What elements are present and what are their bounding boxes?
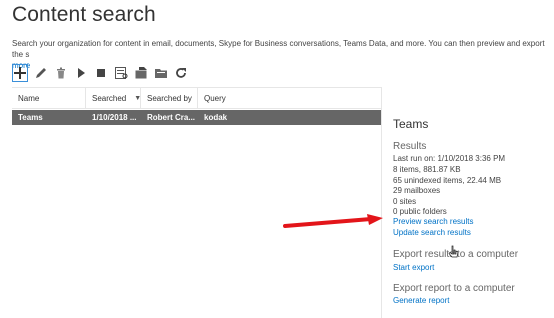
table-row[interactable]: Teams 1/10/2018 ... Robert Cra... kodak xyxy=(12,110,381,125)
column-header-name[interactable]: Name xyxy=(12,88,86,108)
details-pane: Teams Results Last run on: 1/10/2018 3:3… xyxy=(381,87,554,318)
plus-icon xyxy=(14,67,26,79)
items-count-text: 8 items, 881.87 KB xyxy=(393,165,461,174)
pencil-icon xyxy=(36,68,46,78)
stop-button[interactable] xyxy=(94,66,108,80)
delete-button[interactable] xyxy=(54,66,68,80)
open-button[interactable] xyxy=(154,66,168,80)
column-header-label: Query xyxy=(204,93,226,103)
cell-searched: 1/10/2018 ... xyxy=(92,113,137,122)
export-icon xyxy=(135,67,147,79)
export-button[interactable] xyxy=(134,66,148,80)
mouse-cursor-icon xyxy=(448,245,459,258)
red-arrow-annotation xyxy=(283,214,383,228)
page-title: Content search xyxy=(12,3,156,26)
trash-icon xyxy=(57,67,65,79)
preview-search-results-link[interactable]: Preview search results xyxy=(393,217,473,226)
column-header-label: Searched by xyxy=(147,93,192,103)
mailboxes-count-text: 29 mailboxes xyxy=(393,186,441,195)
preview-button[interactable] xyxy=(114,66,128,80)
results-grid-header: Name Searched ▼ Searched by Query xyxy=(12,87,381,109)
refresh-button[interactable] xyxy=(174,66,188,80)
cell-query: kodak xyxy=(204,113,228,122)
description-text: Search your organization for content in … xyxy=(12,39,545,59)
generate-report-link[interactable]: Generate report xyxy=(393,296,449,305)
last-run-text: Last run on: 1/10/2018 3:36 PM xyxy=(393,154,506,163)
column-header-label: Searched xyxy=(92,93,127,103)
results-heading: Results xyxy=(393,141,427,152)
start-button[interactable] xyxy=(74,66,88,80)
column-header-searched-by[interactable]: Searched by xyxy=(141,88,198,108)
folder-icon xyxy=(154,69,167,78)
refresh-icon xyxy=(176,68,186,78)
sites-count-text: 0 sites xyxy=(393,197,417,206)
stop-icon xyxy=(97,69,105,77)
column-header-label: Name xyxy=(18,93,40,103)
preview-icon xyxy=(114,67,127,79)
new-search-button[interactable] xyxy=(12,64,28,82)
edit-button[interactable] xyxy=(34,66,48,80)
play-icon xyxy=(78,68,85,78)
cell-searched-by: Robert Cra... xyxy=(147,113,196,122)
start-export-link[interactable]: Start export xyxy=(393,263,434,272)
unindexed-items-text: 65 unindexed items, 22.44 MB xyxy=(393,176,502,185)
details-title: Teams xyxy=(393,117,429,131)
toolbar xyxy=(12,62,188,84)
update-search-results-link[interactable]: Update search results xyxy=(393,228,471,237)
column-header-searched[interactable]: Searched ▼ xyxy=(86,88,141,108)
cell-name: Teams xyxy=(18,113,43,122)
public-folders-count-text: 0 public folders xyxy=(393,207,447,216)
export-report-heading: Export report to a computer xyxy=(393,283,515,294)
column-header-query[interactable]: Query xyxy=(198,88,381,108)
